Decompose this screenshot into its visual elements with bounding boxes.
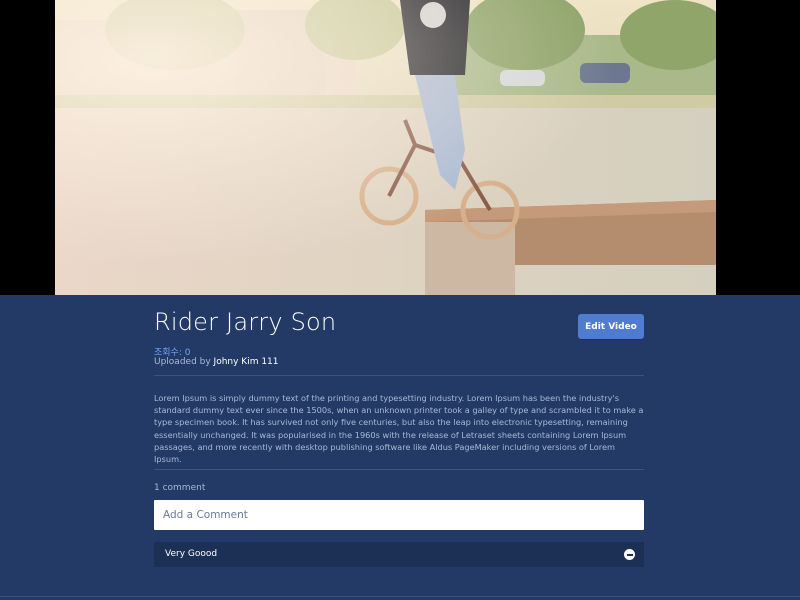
divider: [154, 469, 644, 470]
comment-count: 1 comment: [154, 483, 206, 493]
minus-circle-icon[interactable]: [624, 549, 635, 560]
add-comment-input[interactable]: [154, 500, 644, 530]
comment-text: Very Goood: [165, 549, 218, 559]
video-player[interactable]: [0, 0, 800, 295]
edit-video-button[interactable]: Edit Video: [578, 314, 644, 339]
uploaded-by-label: Uploaded by: [154, 357, 214, 367]
comment-item: Very Goood: [154, 542, 644, 567]
video-description: Lorem Ipsum is simply dummy text of the …: [154, 393, 644, 465]
video-title: Rider Jarry Son: [154, 308, 337, 336]
uploaded-by: Uploaded by Johny Kim 111: [154, 357, 279, 367]
uploader-name: Johny Kim 111: [213, 357, 279, 367]
video-frame[interactable]: [55, 0, 716, 295]
video-thumbnail-image: [55, 0, 716, 295]
footer-divider: [0, 596, 800, 597]
divider: [154, 375, 644, 376]
